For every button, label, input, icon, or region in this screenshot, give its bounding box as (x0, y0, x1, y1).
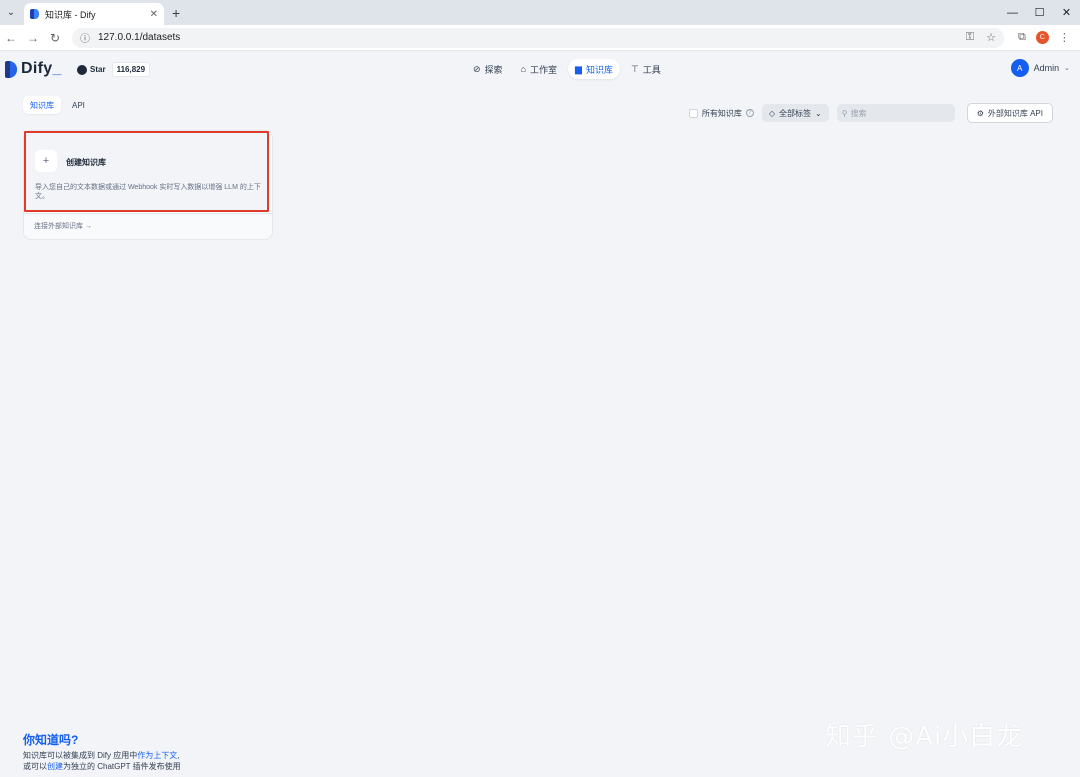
tab-title: 知识库 - Dify (45, 9, 96, 20)
did-you-know-tip: 你知道吗? 知识库可以被集成到 Dify 应用中作为上下文, 或可以创建为独立的… (23, 731, 181, 772)
nav-explore[interactable]: ⊘ 探索 (466, 59, 510, 79)
window-close-icon[interactable]: ✕ (1053, 0, 1080, 25)
profile-avatar[interactable]: C (1035, 31, 1049, 44)
github-icon (77, 64, 87, 75)
avatar: A (1010, 59, 1029, 77)
dify-logo-mark-icon (5, 60, 17, 78)
tip-title: 你知道吗? (23, 733, 79, 747)
logo-text: Dify (21, 60, 53, 77)
bookmark-star-icon[interactable]: ☆ (986, 31, 996, 44)
back-icon[interactable]: ← (0, 31, 22, 45)
book-icon: ▆ (575, 63, 582, 74)
tip-context-link[interactable]: 作为上下文 (137, 751, 177, 760)
watermark: 知乎 @Ai小白龙 (825, 722, 1024, 752)
password-key-icon[interactable]: ⚿ (966, 31, 974, 44)
nav-tools[interactable]: ⊤ 工具 (624, 59, 668, 79)
tag-filter-label: 全部标签 (779, 108, 811, 118)
maximize-icon[interactable]: ☐ (1026, 0, 1053, 25)
search-box[interactable]: ⚲ (836, 104, 955, 122)
user-menu[interactable]: A Admin ⌄ (1010, 59, 1070, 77)
app-header: Dify_ Star 116,829 ⊘ 探索 ⌂ 工作室 ▆ 知识库 ⊤ 工具… (0, 51, 1080, 86)
all-datasets-label: 所有知识库 (701, 108, 742, 118)
search-icon: ⚲ (841, 108, 848, 118)
tip-line1-end: , (177, 751, 180, 760)
tab-datasets[interactable]: 知识库 (23, 96, 61, 114)
window-controls: — ☐ ✕ (999, 0, 1080, 25)
create-dataset-title: 创建知识库 (66, 158, 106, 167)
tip-line1-text: 知识库可以被集成到 Dify 应用中 (23, 751, 138, 760)
compass-icon: ⊘ (473, 63, 481, 74)
plus-icon: + (35, 150, 57, 172)
dataset-subtabs: 知识库 API (23, 96, 92, 114)
browser-tabstrip: ⌄ 知识库 - Dify ✕ + — ☐ ✕ (0, 0, 1080, 25)
tab-api[interactable]: API (65, 96, 92, 114)
nav-datasets[interactable]: ▆ 知识库 (568, 59, 620, 79)
github-star-count: 116,829 (111, 62, 151, 77)
github-star-label: Star (90, 65, 106, 74)
robot-icon: ⌂ (520, 64, 526, 74)
hammer-icon: ⊤ (630, 63, 639, 74)
new-tab-icon[interactable]: + (172, 5, 180, 21)
nav-studio-label: 工作室 (530, 64, 558, 75)
create-dataset-description: 导入您自己的文本数据或通过 Webhook 实时写入数据以增强 LLM 的上下文… (35, 184, 261, 200)
user-name: Admin (1033, 63, 1060, 73)
connect-external-dataset-link[interactable]: 连接外部知识库 → (34, 221, 92, 231)
browser-menu-icon[interactable]: ⋮ (1059, 31, 1070, 44)
extensions-icon[interactable]: ⧉ (1018, 31, 1026, 44)
dify-logo[interactable]: Dify_ (5, 60, 62, 78)
tag-icon: ◇ (768, 108, 775, 118)
minimize-icon[interactable]: — (999, 0, 1026, 25)
tip-create-link[interactable]: 创建 (47, 762, 63, 771)
filter-bar: 所有知识库 ? ◇ 全部标签 ⌄ ⚲ ⚙ 外部知识库 API (688, 103, 1053, 123)
divider (24, 213, 272, 214)
browser-tab[interactable]: 知识库 - Dify ✕ (24, 3, 164, 25)
chevron-down-icon: ⌄ (1064, 65, 1070, 72)
dify-favicon-icon (30, 9, 39, 19)
gear-icon: ⚙ (976, 108, 984, 118)
nav-explore-label: 探索 (484, 64, 503, 75)
tip-line2-end: 为独立的 ChatGPT 插件发布使用 (63, 762, 181, 771)
main-nav: ⊘ 探索 ⌂ 工作室 ▆ 知识库 ⊤ 工具 (466, 59, 668, 79)
reload-icon[interactable]: ↻ (44, 31, 66, 45)
tip-line2-text: 或可以 (23, 762, 47, 771)
external-api-label: 外部知识库 API (987, 108, 1043, 118)
tab-search-icon[interactable]: ⌄ (2, 2, 20, 22)
address-bar: ← → ↻ ⓘ 127.0.0.1/datasets ⚿ ☆ ⧉ C ⋮ (0, 25, 1080, 51)
forward-icon[interactable]: → (22, 31, 44, 45)
url-text[interactable]: 127.0.0.1/datasets (98, 32, 966, 43)
external-api-button[interactable]: ⚙ 外部知识库 API (966, 103, 1053, 123)
help-icon[interactable]: ? (745, 109, 754, 117)
all-datasets-toggle[interactable]: 所有知识库 ? (688, 108, 754, 119)
search-input[interactable] (850, 108, 951, 118)
nav-datasets-label: 知识库 (585, 64, 613, 75)
nav-studio[interactable]: ⌂ 工作室 (514, 59, 564, 79)
create-dataset-card: + 创建知识库 导入您自己的文本数据或通过 Webhook 实时写入数据以增强 … (23, 130, 273, 240)
create-dataset-button[interactable]: + 创建知识库 导入您自己的文本数据或通过 Webhook 实时写入数据以增强 … (24, 131, 269, 212)
tag-filter-select[interactable]: ◇ 全部标签 ⌄ (761, 104, 829, 122)
all-datasets-checkbox[interactable] (688, 108, 698, 118)
site-info-icon[interactable]: ⓘ (80, 30, 92, 45)
github-star-badge[interactable]: Star 116,829 (77, 62, 151, 77)
nav-tools-label: 工具 (642, 64, 661, 75)
chevron-down-icon: ⌄ (815, 108, 822, 118)
omnibox[interactable]: ⓘ 127.0.0.1/datasets ⚿ ☆ (72, 27, 1004, 48)
close-icon[interactable]: ✕ (150, 9, 158, 20)
